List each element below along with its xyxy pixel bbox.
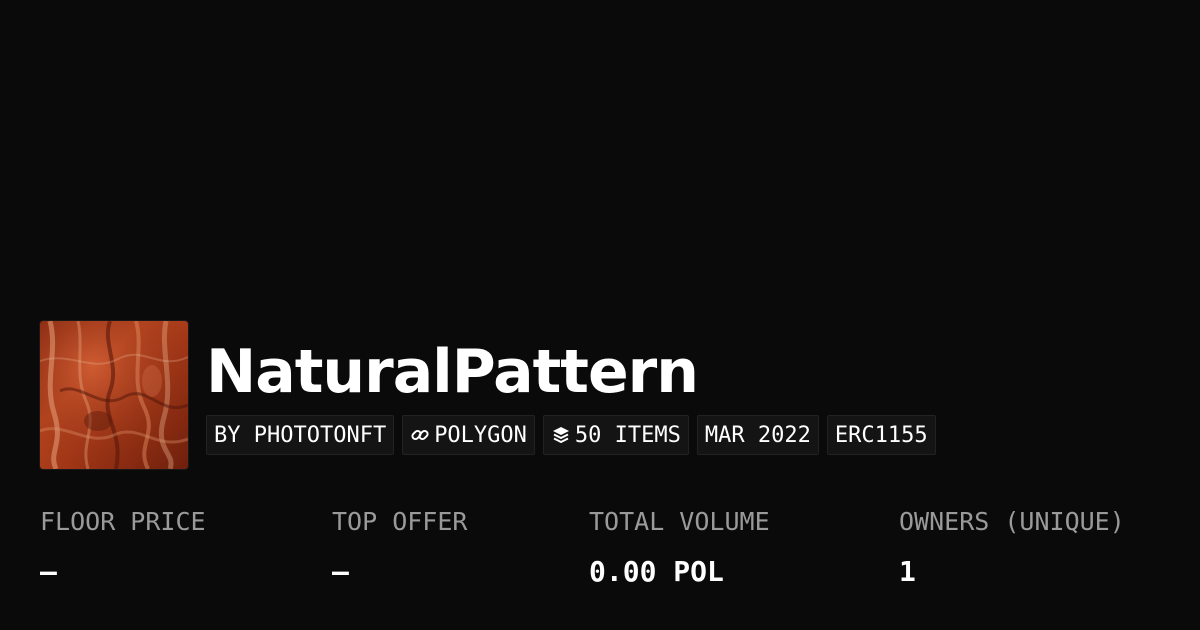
collection-title: NaturalPattern (206, 337, 699, 407)
chain-label: POLYGON (434, 422, 527, 448)
stat-floor-price: FLOOR PRICE – (40, 503, 206, 591)
creator-label: BY PHOTOTONFT (214, 422, 387, 448)
stat-top-offer: TOP OFFER – (332, 503, 467, 591)
natural-pattern-thumbnail (40, 321, 188, 469)
items-chip: 50 ITEMS (542, 415, 689, 455)
date-chip: MAR 2022 (696, 415, 819, 455)
stat-label: OWNERS (UNIQUE) (899, 507, 1125, 536)
stat-label: TOP OFFER (332, 507, 468, 536)
stat-value: – (40, 555, 57, 588)
layers-icon (551, 425, 571, 445)
creator-chip[interactable]: BY PHOTOTONFT (206, 415, 395, 455)
date-label: MAR 2022 (704, 422, 811, 448)
link-icon (410, 425, 430, 445)
items-label: 50 ITEMS (574, 422, 681, 448)
standard-label: ERC1155 (834, 422, 928, 448)
stat-total-volume: TOTAL VOLUME 0.00 POL (589, 503, 770, 591)
stat-value: – (332, 555, 349, 588)
collection-avatar (40, 321, 188, 469)
collection-meta-chips: BY PHOTOTONFT POLYGON 50 ITEMS MAR 2022 … (206, 415, 936, 455)
stat-label: FLOOR PRICE (40, 507, 206, 536)
collection-card: NaturalPattern BY PHOTOTONFT POLYGON 50 … (0, 0, 1200, 630)
stat-value: 0.00 POL (589, 555, 724, 588)
standard-chip: ERC1155 (826, 415, 936, 455)
stat-label: TOTAL VOLUME (589, 507, 770, 536)
stat-value: 1 (899, 555, 916, 588)
stat-owners: OWNERS (UNIQUE) 1 (899, 503, 1125, 591)
chain-chip[interactable]: POLYGON (402, 415, 535, 455)
